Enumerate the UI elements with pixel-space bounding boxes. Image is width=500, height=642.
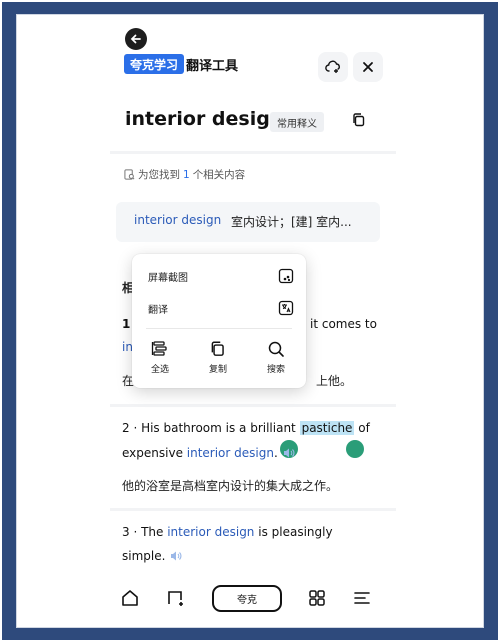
search-icon — [268, 341, 284, 357]
close-button[interactable] — [353, 52, 383, 82]
sentence-3-link[interactable]: interior design — [167, 525, 254, 539]
sentence-3-after: is pleasingly — [254, 525, 333, 539]
definition-term: interior design — [134, 213, 222, 227]
tabs-button[interactable] — [166, 588, 188, 610]
home-icon — [122, 590, 138, 606]
home-button[interactable] — [120, 588, 142, 610]
apps-button[interactable] — [307, 588, 329, 610]
sentence-2-link[interactable]: interior design — [187, 446, 274, 460]
definition-text: 室内设计；[建] 室内... — [231, 215, 352, 229]
document-search-icon — [124, 169, 135, 180]
search-label: 搜索 — [266, 365, 285, 375]
translate-label: 翻译 — [148, 304, 168, 316]
search-button[interactable]: 搜索 — [256, 340, 296, 375]
meaning-tag[interactable]: 常用释义 — [270, 112, 324, 132]
menu-separator — [146, 328, 292, 329]
selected-word[interactable]: pastiche — [299, 421, 355, 435]
screenshot-label: 屏幕截图 — [148, 272, 188, 284]
menu-item-translate[interactable]: 翻译 — [148, 294, 294, 322]
sentence-2-start: expensive — [122, 446, 187, 460]
translate-icon — [278, 300, 294, 316]
speaker-icon[interactable] — [282, 447, 298, 461]
sentence-1-zh-end: 上他。 — [316, 374, 353, 388]
menu-button[interactable] — [352, 588, 374, 610]
screenshot-icon — [278, 268, 294, 284]
grid-icon — [309, 590, 325, 606]
sentence-1-tail: it comes to — [310, 317, 377, 331]
sentence-3-line-2: simple. — [122, 548, 185, 565]
cloud-add-icon — [325, 60, 340, 73]
feedback-button[interactable] — [318, 52, 348, 82]
results-number: 1 — [183, 168, 190, 181]
back-button[interactable] — [125, 28, 147, 50]
entry-word: interior design — [125, 108, 284, 130]
copy-label: 复制 — [208, 365, 227, 375]
close-icon — [363, 62, 373, 72]
context-menu: 屏幕截图 翻译 全选 复制 搜索 — [132, 254, 306, 388]
sentence-2-prefix: 2 · His bathroom is a brilliant — [122, 421, 300, 435]
sentence-2-line-2: expensive interior design. — [122, 445, 298, 462]
sentence-3-line-1: 3 · The interior design is pleasingly — [122, 524, 333, 541]
sentence-1-number: 1 — [122, 317, 131, 331]
sentence-3-end: simple. — [122, 549, 166, 563]
results-count: 为您找到 1 个相关内容 — [124, 167, 245, 182]
sentence-divider — [110, 508, 396, 511]
brand-badge: 夸克学习 — [124, 54, 185, 74]
selection-handle-end[interactable] — [346, 440, 364, 458]
brand-tool-title: 翻译工具 — [186, 59, 239, 74]
app-screen: 夸克学习 翻译工具 interior design 常用释义 为您找到 1 个相… — [24, 22, 476, 620]
select-all-label: 全选 — [150, 365, 169, 375]
select-all-button[interactable]: 全选 — [140, 340, 180, 375]
sentence-2-after: of — [354, 421, 370, 435]
menu-icon — [354, 592, 370, 604]
menu-item-screenshot[interactable]: 屏幕截图 — [148, 262, 294, 290]
section-divider — [110, 151, 396, 154]
arrow-left-icon — [130, 34, 141, 44]
kuake-home-button[interactable]: 夸克 — [212, 585, 282, 612]
copy-icon — [211, 341, 224, 356]
select-all-icon — [151, 341, 167, 356]
speaker-icon[interactable] — [169, 550, 185, 564]
bottom-navigation: 夸克 — [24, 578, 476, 620]
tabs-icon — [168, 591, 183, 606]
copy-entry-button[interactable] — [351, 112, 369, 130]
sentence-divider — [110, 404, 396, 407]
copy-button[interactable]: 复制 — [198, 340, 238, 375]
sentence-2-end: . — [273, 446, 278, 460]
results-suffix: 个相关内容 — [192, 169, 246, 181]
sentence-2-zh: 他的浴室是高档室内设计的集大成之作。 — [122, 479, 339, 493]
sentence-2-line-1: 2 · His bathroom is a brilliant pastiche… — [122, 420, 370, 437]
copy-icon — [353, 113, 365, 127]
results-prefix: 为您找到 — [138, 169, 180, 181]
sentence-3-prefix: 3 · The — [122, 525, 168, 539]
